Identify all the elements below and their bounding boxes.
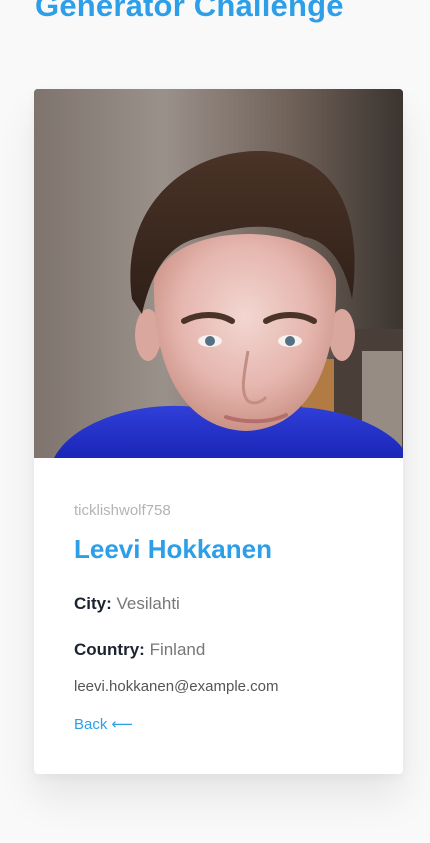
- profile-photo: [34, 89, 403, 458]
- country-row: Country: Finland: [74, 640, 205, 660]
- email: leevi.hokkanen@example.com: [74, 678, 279, 695]
- city-label: City:: [74, 594, 112, 613]
- back-link[interactable]: Back ⟵: [74, 715, 133, 733]
- page: Generator Challenge ticklishwolf758 Leev…: [0, 0, 430, 843]
- country-value: Finland: [149, 640, 206, 659]
- country-label: Country:: [74, 640, 145, 659]
- profile-card: ticklishwolf758 Leevi Hokkanen City: Ves…: [34, 89, 403, 774]
- city-value: Vesilahti: [116, 594, 180, 613]
- username: ticklishwolf758: [74, 502, 171, 519]
- city-row: City: Vesilahti: [74, 594, 180, 614]
- full-name: Leevi Hokkanen: [74, 534, 272, 564]
- page-title: Generator Challenge: [35, 0, 344, 23]
